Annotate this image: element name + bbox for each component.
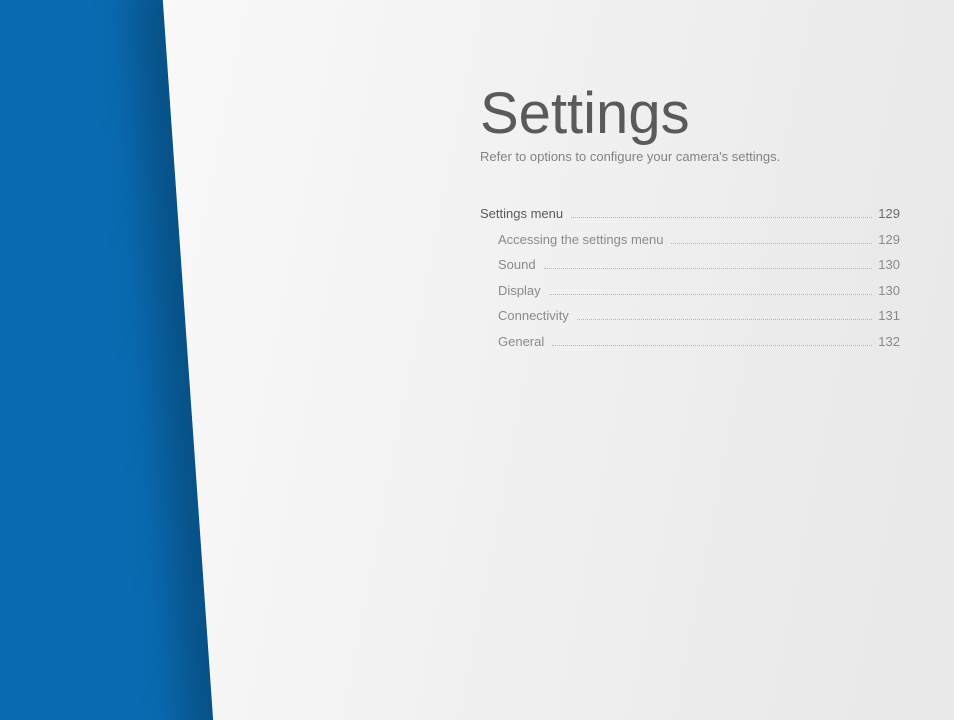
page-subtitle: Refer to options to configure your camer… xyxy=(480,149,920,164)
toc-item-label: Sound xyxy=(498,255,536,275)
toc-item-label: Connectivity xyxy=(498,306,569,326)
toc-leader-dots xyxy=(671,235,872,244)
toc-item-page: 129 xyxy=(878,230,900,250)
toc-item-page: 132 xyxy=(878,332,900,352)
toc-item-row: Sound 130 xyxy=(480,255,900,275)
toc-item-row: Connectivity 131 xyxy=(480,306,900,326)
toc-section-row: Settings menu 129 xyxy=(480,204,900,224)
toc-leader-dots xyxy=(549,286,873,295)
page-title: Settings xyxy=(480,85,920,143)
toc-leader-dots xyxy=(571,209,872,218)
toc-leader-dots xyxy=(552,337,872,346)
toc-item-label: General xyxy=(498,332,544,352)
stage: Settings Refer to options to configure y… xyxy=(0,0,954,720)
toc-item-row: Display 130 xyxy=(480,281,900,301)
toc-item-label: Display xyxy=(498,281,541,301)
toc-item-row: General 132 xyxy=(480,332,900,352)
toc-item-label: Accessing the settings menu xyxy=(498,230,663,250)
toc-section-label: Settings menu xyxy=(480,204,563,224)
toc-leader-dots xyxy=(544,260,873,269)
page-content: Settings Refer to options to configure y… xyxy=(480,85,920,357)
toc-item-page: 131 xyxy=(878,306,900,326)
table-of-contents: Settings menu 129 Accessing the settings… xyxy=(480,204,900,351)
toc-section-page: 129 xyxy=(878,204,900,224)
toc-item-row: Accessing the settings menu 129 xyxy=(480,230,900,250)
toc-item-page: 130 xyxy=(878,281,900,301)
toc-leader-dots xyxy=(577,311,872,320)
toc-item-page: 130 xyxy=(878,255,900,275)
